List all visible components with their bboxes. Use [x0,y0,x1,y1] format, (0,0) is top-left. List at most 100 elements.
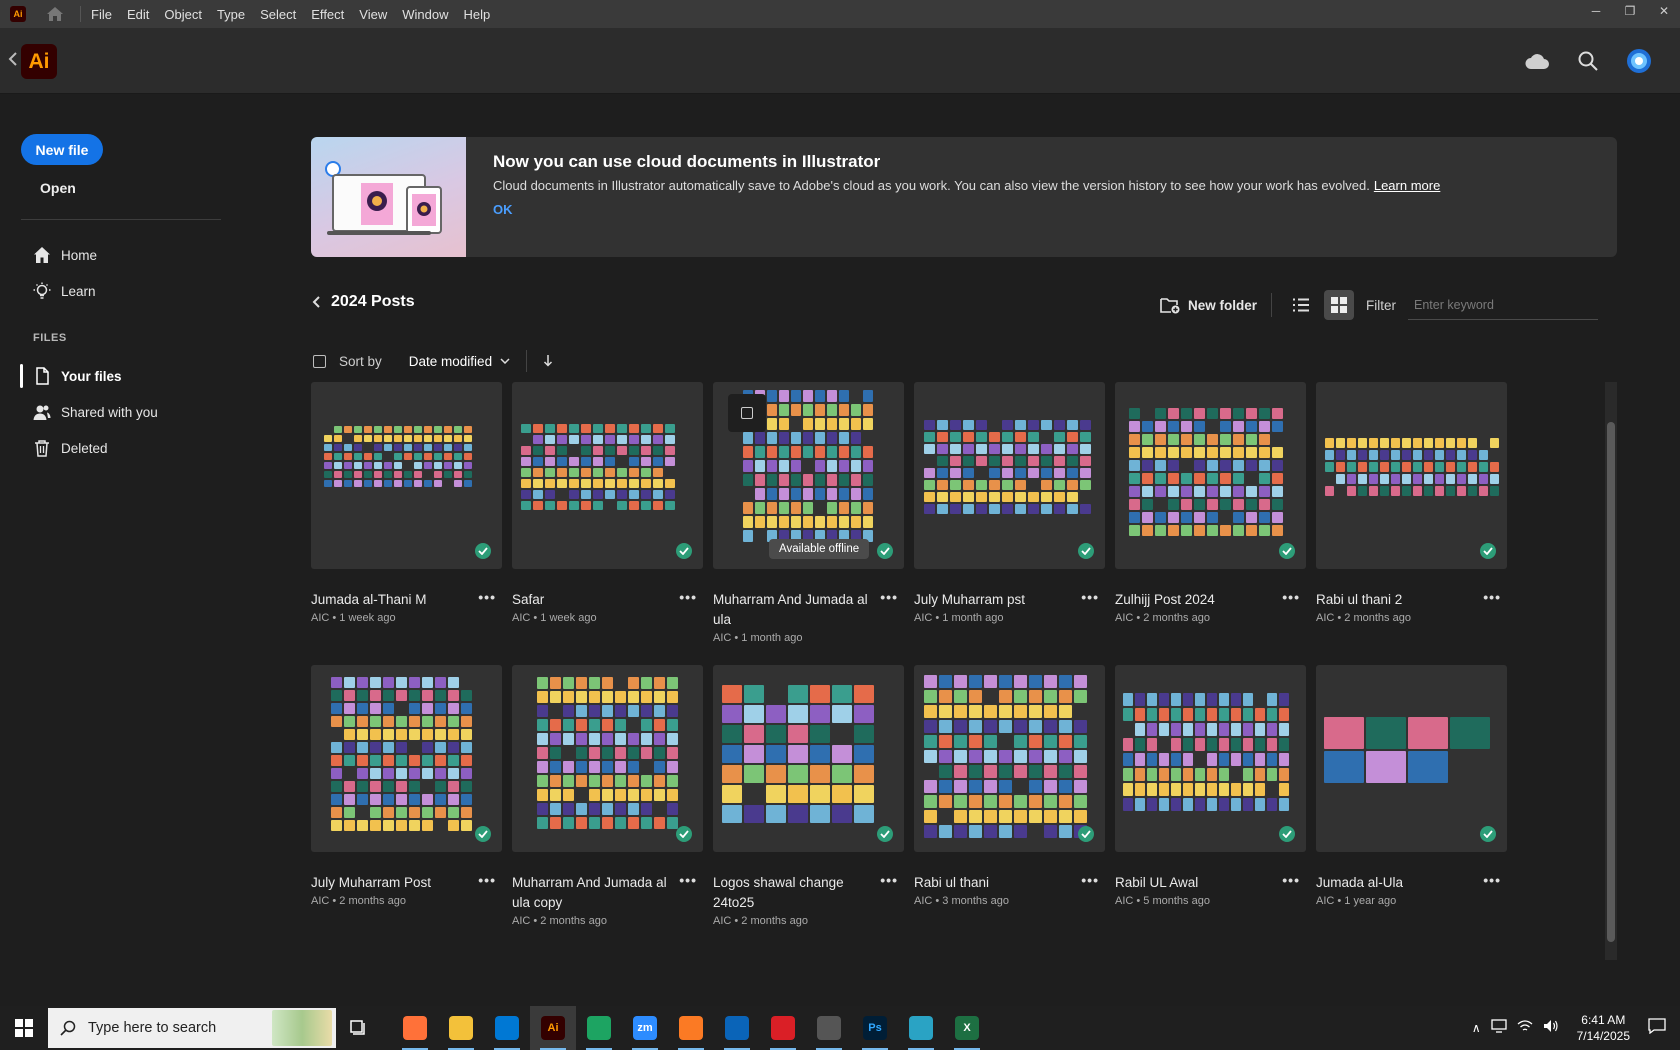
file-card[interactable]: Available offline Muharram And Jumada al … [713,382,904,644]
more-options-icon[interactable]: ••• [1081,872,1099,888]
file-thumbnail[interactable] [914,665,1105,852]
file-thumbnail[interactable] [512,665,703,852]
windows-start-button[interactable] [0,1006,48,1050]
more-options-icon[interactable]: ••• [1483,872,1501,888]
file-card[interactable]: Jumada al-Ula AIC • 1 year ago ••• [1316,665,1507,907]
list-view-button[interactable] [1286,290,1316,320]
sidebar-item-home[interactable]: Home [33,246,97,264]
more-options-icon[interactable]: ••• [1483,589,1501,605]
taskbar-app[interactable] [484,1006,530,1050]
file-thumbnail[interactable] [311,382,502,569]
taskbar: Type here to search Ai zm Ps X ∧ 6:41 AM 7/… [0,1006,1680,1050]
more-options-icon[interactable]: ••• [880,589,898,605]
file-card[interactable]: Muharram And Jumada al ula copy AIC • 2 m… [512,665,703,927]
sort-dropdown[interactable]: Date modified [409,354,510,369]
taskbar-app[interactable] [668,1006,714,1050]
sidebar-item-deleted[interactable]: Deleted [33,439,108,457]
select-all-checkbox[interactable] [313,354,326,368]
more-options-icon[interactable]: ••• [478,589,496,605]
taskbar-app[interactable] [438,1006,484,1050]
file-thumbnail[interactable] [512,382,703,569]
taskbar-search[interactable]: Type here to search [48,1008,336,1048]
taskbar-app[interactable]: X [944,1006,990,1050]
menu-file[interactable]: File [91,7,112,22]
filter-input[interactable] [1408,290,1599,320]
file-thumbnail[interactable] [1115,382,1306,569]
notifications-icon[interactable] [1648,1017,1666,1039]
synced-check-icon [1480,543,1496,559]
network-status-icon[interactable] [1490,1018,1507,1038]
taskbar-app[interactable] [714,1006,760,1050]
file-card[interactable]: Logos shawal change 24to25 AIC • 2 months… [713,665,904,927]
taskbar-app[interactable]: zm [622,1006,668,1050]
taskbar-app[interactable] [576,1006,622,1050]
search-icon[interactable] [1578,51,1598,76]
close-icon[interactable]: ✕ [1656,4,1672,18]
more-options-icon[interactable]: ••• [1081,589,1099,605]
chevron-up-icon[interactable]: ∧ [1472,1021,1481,1035]
file-thumbnail[interactable] [914,382,1105,569]
taskbar-app[interactable]: Ps [852,1006,898,1050]
menu-window[interactable]: Window [402,7,448,22]
scrollbar-thumb[interactable] [1607,422,1615,942]
menu-edit[interactable]: Edit [127,7,149,22]
file-thumbnail[interactable] [1316,665,1507,852]
sort-direction-arrow-icon[interactable] [543,355,553,367]
more-options-icon[interactable]: ••• [679,589,697,605]
taskbar-app[interactable] [760,1006,806,1050]
taskbar-app[interactable] [898,1006,944,1050]
sidebar-item-learn[interactable]: Learn [33,282,96,300]
learn-more-link[interactable]: Learn more [1374,178,1440,193]
cloud-icon[interactable] [1524,52,1550,75]
restore-icon[interactable]: ❐ [1622,4,1638,18]
taskbar-app[interactable] [806,1006,852,1050]
taskbar-app[interactable] [392,1006,438,1050]
avatar[interactable] [1626,48,1652,79]
more-options-icon[interactable]: ••• [679,872,697,888]
file-card[interactable]: Rabi ul thani 2 AIC • 2 months ago ••• [1316,382,1507,624]
file-thumbnail[interactable] [1115,665,1306,852]
clock[interactable]: 6:41 AM 7/14/2025 [1577,1012,1630,1044]
file-meta: AIC • 1 month ago [713,632,803,644]
file-card[interactable]: Rabil UL Awal AIC • 5 months ago ••• [1115,665,1306,907]
volume-icon[interactable] [1543,1019,1559,1038]
file-card[interactable]: July Muharram pst AIC • 1 month ago ••• [914,382,1105,624]
taskbar-app[interactable]: Ai [530,1006,576,1050]
grid-view-button[interactable] [1324,290,1355,320]
file-thumbnail[interactable]: Available offline [713,382,904,569]
file-card[interactable]: Safar AIC • 1 week ago ••• [512,382,703,624]
sidebar-item-your-files[interactable]: Your files [33,367,122,385]
new-folder-button[interactable]: New folder [1160,296,1257,314]
sidebar-item-shared[interactable]: Shared with you [33,403,158,421]
home-icon[interactable] [46,6,64,22]
more-options-icon[interactable]: ••• [1282,872,1300,888]
menu-select[interactable]: Select [260,7,296,22]
file-card[interactable]: Jumada al-Thani M AIC • 1 week ago ••• [311,382,502,624]
search-highlight-image [272,1010,332,1046]
menu-effect[interactable]: Effect [311,7,344,22]
back-chevron-icon[interactable] [311,295,321,309]
menu-view[interactable]: View [359,7,387,22]
file-card[interactable]: Rabi ul thani AIC • 3 months ago ••• [914,665,1105,907]
file-card[interactable]: July Muharram Post AIC • 2 months ago ••• [311,665,502,907]
file-meta: AIC • 1 week ago [311,612,396,624]
new-file-button[interactable]: New file [21,134,103,165]
file-thumbnail[interactable] [311,665,502,852]
more-options-icon[interactable]: ••• [1282,589,1300,605]
more-options-icon[interactable]: ••• [478,872,496,888]
banner-ok-button[interactable]: OK [493,202,513,217]
scrollbar[interactable] [1605,382,1617,960]
back-chevron-icon[interactable] [8,52,18,71]
task-view-button[interactable] [336,1006,382,1050]
wifi-icon[interactable] [1517,1019,1533,1038]
menu-help[interactable]: Help [463,7,490,22]
more-options-icon[interactable]: ••• [880,872,898,888]
select-file-checkbox[interactable] [728,394,766,432]
file-card[interactable]: Zulhijj Post 2024 AIC • 2 months ago ••• [1115,382,1306,624]
minimize-icon[interactable]: ─ [1588,4,1604,18]
open-button[interactable]: Open [40,180,76,196]
file-thumbnail[interactable] [713,665,904,852]
menu-type[interactable]: Type [217,7,245,22]
menu-object[interactable]: Object [164,7,202,22]
file-thumbnail[interactable] [1316,382,1507,569]
